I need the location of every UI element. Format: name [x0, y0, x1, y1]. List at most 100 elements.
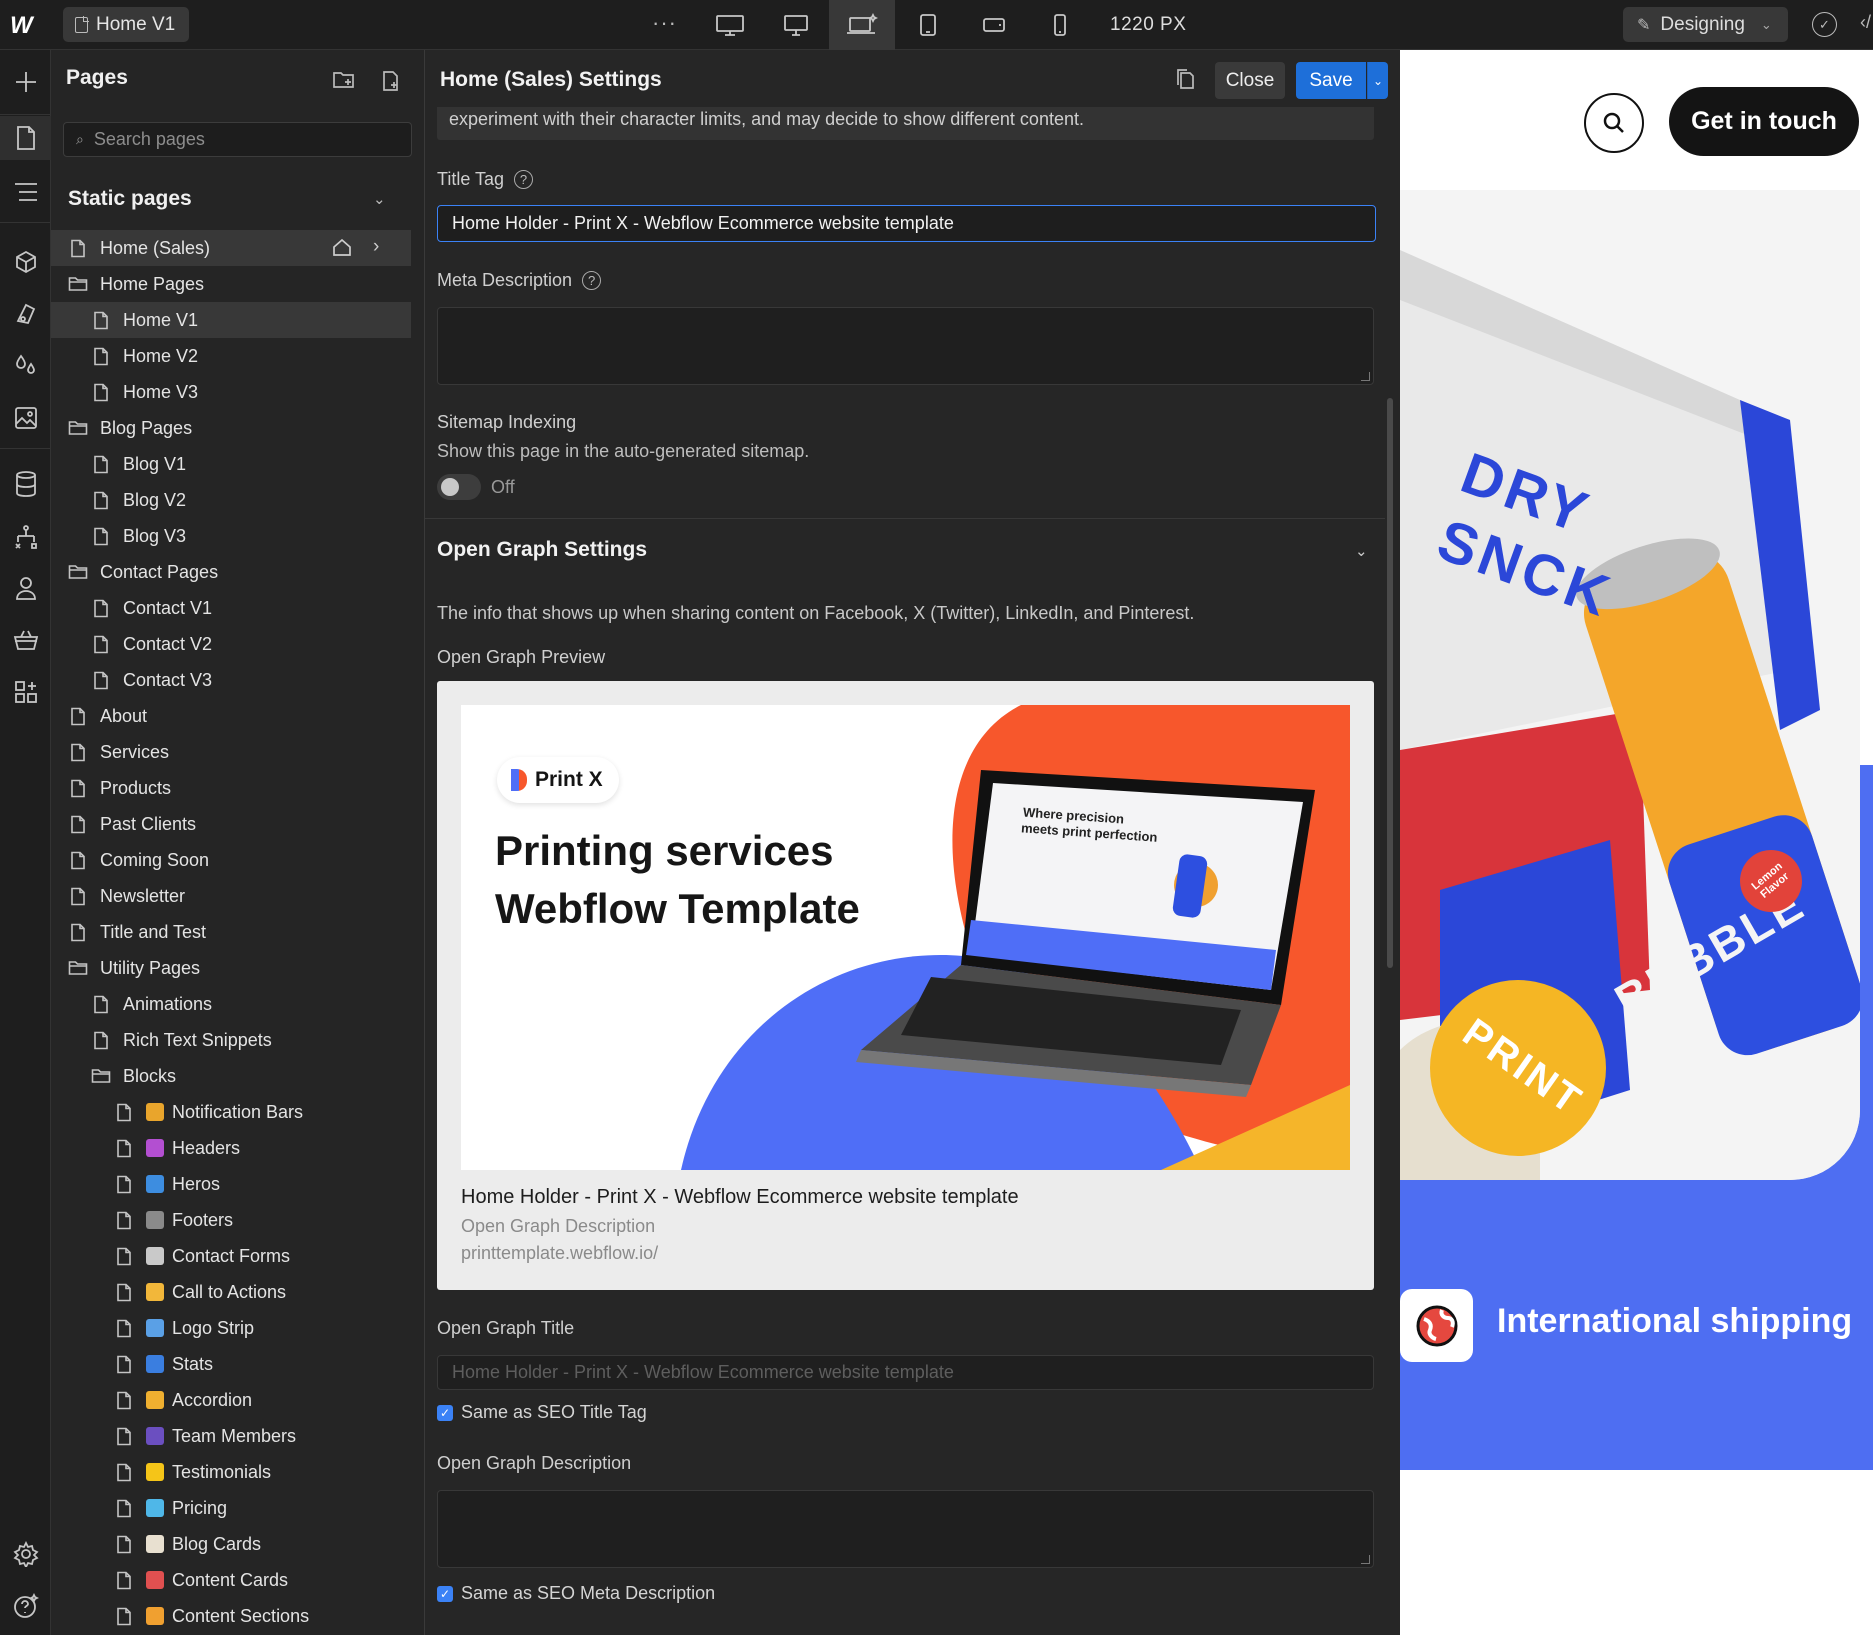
breakpoint-mobile-portrait-icon[interactable] [1027, 0, 1093, 50]
canvas-search-button[interactable] [1584, 93, 1644, 153]
help-icon[interactable]: ? [582, 271, 602, 290]
page-item-home-v2[interactable]: Home V2 [51, 338, 411, 374]
page-item-label: Home Pages [100, 273, 205, 294]
page-item-label: Home (Sales) [100, 237, 211, 258]
close-button[interactable]: Close [1215, 62, 1285, 99]
page-item-services[interactable]: Services [51, 734, 411, 770]
pages-icon[interactable] [0, 116, 51, 160]
get-in-touch-button[interactable]: Get in touch [1669, 87, 1859, 156]
page-icon [91, 994, 111, 1014]
page-icon [114, 1102, 134, 1122]
page-item-pricing[interactable]: Pricing [51, 1490, 411, 1526]
page-item-heros[interactable]: Heros [51, 1166, 411, 1202]
new-folder-icon[interactable] [332, 70, 356, 95]
page-item-blog-v2[interactable]: Blog V2 [51, 482, 411, 518]
page-item-past-clients[interactable]: Past Clients [51, 806, 411, 842]
page-item-about[interactable]: About [51, 698, 411, 734]
components-icon[interactable] [0, 240, 51, 284]
breakpoint-large-desktop-icon[interactable] [697, 0, 763, 50]
page-item-contact-v2[interactable]: Contact V2 [51, 626, 411, 662]
chevron-down-icon[interactable]: ⌄ [1355, 542, 1368, 560]
page-icon [68, 886, 88, 906]
ecommerce-icon[interactable] [0, 618, 51, 662]
same-as-seo-title-checkbox[interactable]: ✓ Same as SEO Title Tag [437, 1402, 647, 1423]
logic-icon[interactable] [0, 514, 51, 558]
save-button[interactable]: Save [1296, 62, 1366, 99]
webflow-logo-icon[interactable]: W [10, 12, 40, 39]
variables-icon[interactable] [0, 292, 51, 336]
help-icon[interactable]: ? [514, 170, 534, 189]
page-item-title-and-test[interactable]: Title and Test [51, 914, 411, 950]
apps-icon[interactable] [0, 670, 51, 714]
page-item-notification-bars[interactable]: Notification Bars [51, 1094, 411, 1130]
search-pages-input[interactable]: ⌕ Search pages [63, 122, 412, 157]
page-item-newsletter[interactable]: Newsletter [51, 878, 411, 914]
page-item-contact-pages[interactable]: Contact Pages [51, 554, 411, 590]
chevron-down-icon[interactable]: ⌄ [373, 190, 386, 208]
settings-scrollbar[interactable] [1387, 398, 1393, 968]
cms-icon[interactable] [0, 462, 51, 506]
page-item-blog-cards[interactable]: Blog Cards [51, 1526, 411, 1562]
current-page-selector[interactable]: Home V1 [63, 7, 190, 42]
page-item-headers[interactable]: Headers [51, 1130, 411, 1166]
styles-icon[interactable] [0, 344, 51, 388]
page-item-utility-pages[interactable]: Utility Pages [51, 950, 411, 986]
page-item-animations[interactable]: Animations [51, 986, 411, 1022]
breakpoint-base-icon[interactable] [829, 0, 895, 50]
breakpoint-tablet-icon[interactable] [895, 0, 961, 50]
page-icon [114, 1570, 134, 1590]
users-icon[interactable] [0, 566, 51, 610]
page-item-testimonials[interactable]: Testimonials [51, 1454, 411, 1490]
settings-icon[interactable] [0, 1532, 51, 1576]
page-item-coming-soon[interactable]: Coming Soon [51, 842, 411, 878]
block-emoji-icon [146, 1607, 164, 1625]
designer-mode-dropdown[interactable]: ✎ Designing ⌄ [1623, 7, 1788, 42]
page-item-home-v1[interactable]: Home V1 [51, 302, 411, 338]
page-item-home-v3[interactable]: Home V3 [51, 374, 411, 410]
same-as-seo-meta-label: Same as SEO Meta Description [461, 1583, 716, 1603]
page-item-products[interactable]: Products [51, 770, 411, 806]
title-tag-input[interactable]: Home Holder - Print X - Webflow Ecommerc… [437, 205, 1376, 242]
code-icon[interactable]: ‹/ [1860, 12, 1871, 33]
same-as-seo-meta-checkbox[interactable]: ✓ Same as SEO Meta Description [437, 1583, 715, 1604]
publish-status-icon[interactable]: ✓ [1812, 12, 1837, 37]
meta-description-textarea[interactable] [437, 307, 1374, 385]
page-item-content-sections[interactable]: Content Sections [51, 1598, 411, 1634]
page-item-call-to-actions[interactable]: Call to Actions [51, 1274, 411, 1310]
sitemap-indexing-toggle[interactable] [437, 474, 481, 500]
folder-icon [68, 958, 88, 978]
page-item-contact-v1[interactable]: Contact V1 [51, 590, 411, 626]
new-page-icon[interactable] [381, 70, 401, 97]
page-item-footers[interactable]: Footers [51, 1202, 411, 1238]
duplicate-icon[interactable] [1175, 68, 1195, 95]
page-item-home-pages[interactable]: Home Pages [51, 266, 411, 302]
design-canvas[interactable]: Get in touch DRY SNCK BUBBLE Lemon Flavo… [1400, 50, 1873, 1635]
page-item-logo-strip[interactable]: Logo Strip [51, 1310, 411, 1346]
page-item-stats[interactable]: Stats [51, 1346, 411, 1382]
page-item-content-cards[interactable]: Content Cards [51, 1562, 411, 1598]
page-item-contact-forms[interactable]: Contact Forms [51, 1238, 411, 1274]
page-item-blog-v1[interactable]: Blog V1 [51, 446, 411, 482]
navigator-icon[interactable] [0, 170, 51, 214]
page-item-label: Blog Cards [172, 1533, 262, 1554]
open-graph-heading[interactable]: Open Graph Settings [437, 538, 647, 562]
assets-icon[interactable] [0, 396, 51, 440]
breakpoint-desktop-icon[interactable] [763, 0, 829, 50]
page-item-rich-text-snippets[interactable]: Rich Text Snippets [51, 1022, 411, 1058]
chevron-right-icon[interactable]: › [373, 236, 379, 258]
save-options-chevron-icon[interactable]: ⌄ [1367, 62, 1388, 99]
canvas-width-readout: 1220 PX [1110, 14, 1187, 35]
og-description-textarea[interactable] [437, 1490, 1374, 1568]
page-item-blog-v3[interactable]: Blog V3 [51, 518, 411, 554]
page-item-blocks[interactable]: Blocks [51, 1058, 411, 1094]
add-elements-icon[interactable] [0, 60, 51, 104]
page-item-team-members[interactable]: Team Members [51, 1418, 411, 1454]
page-item-blog-pages[interactable]: Blog Pages [51, 410, 411, 446]
og-title-input[interactable]: Home Holder - Print X - Webflow Ecommerc… [437, 1355, 1374, 1390]
page-item-accordion[interactable]: Accordion [51, 1382, 411, 1418]
page-item-contact-v3[interactable]: Contact V3 [51, 662, 411, 698]
more-options-icon[interactable]: ··· [652, 10, 677, 36]
page-item-home-sales[interactable]: Home (Sales) › [51, 230, 411, 266]
breakpoint-mobile-landscape-icon[interactable] [961, 0, 1027, 50]
help-icon[interactable] [0, 1584, 51, 1628]
